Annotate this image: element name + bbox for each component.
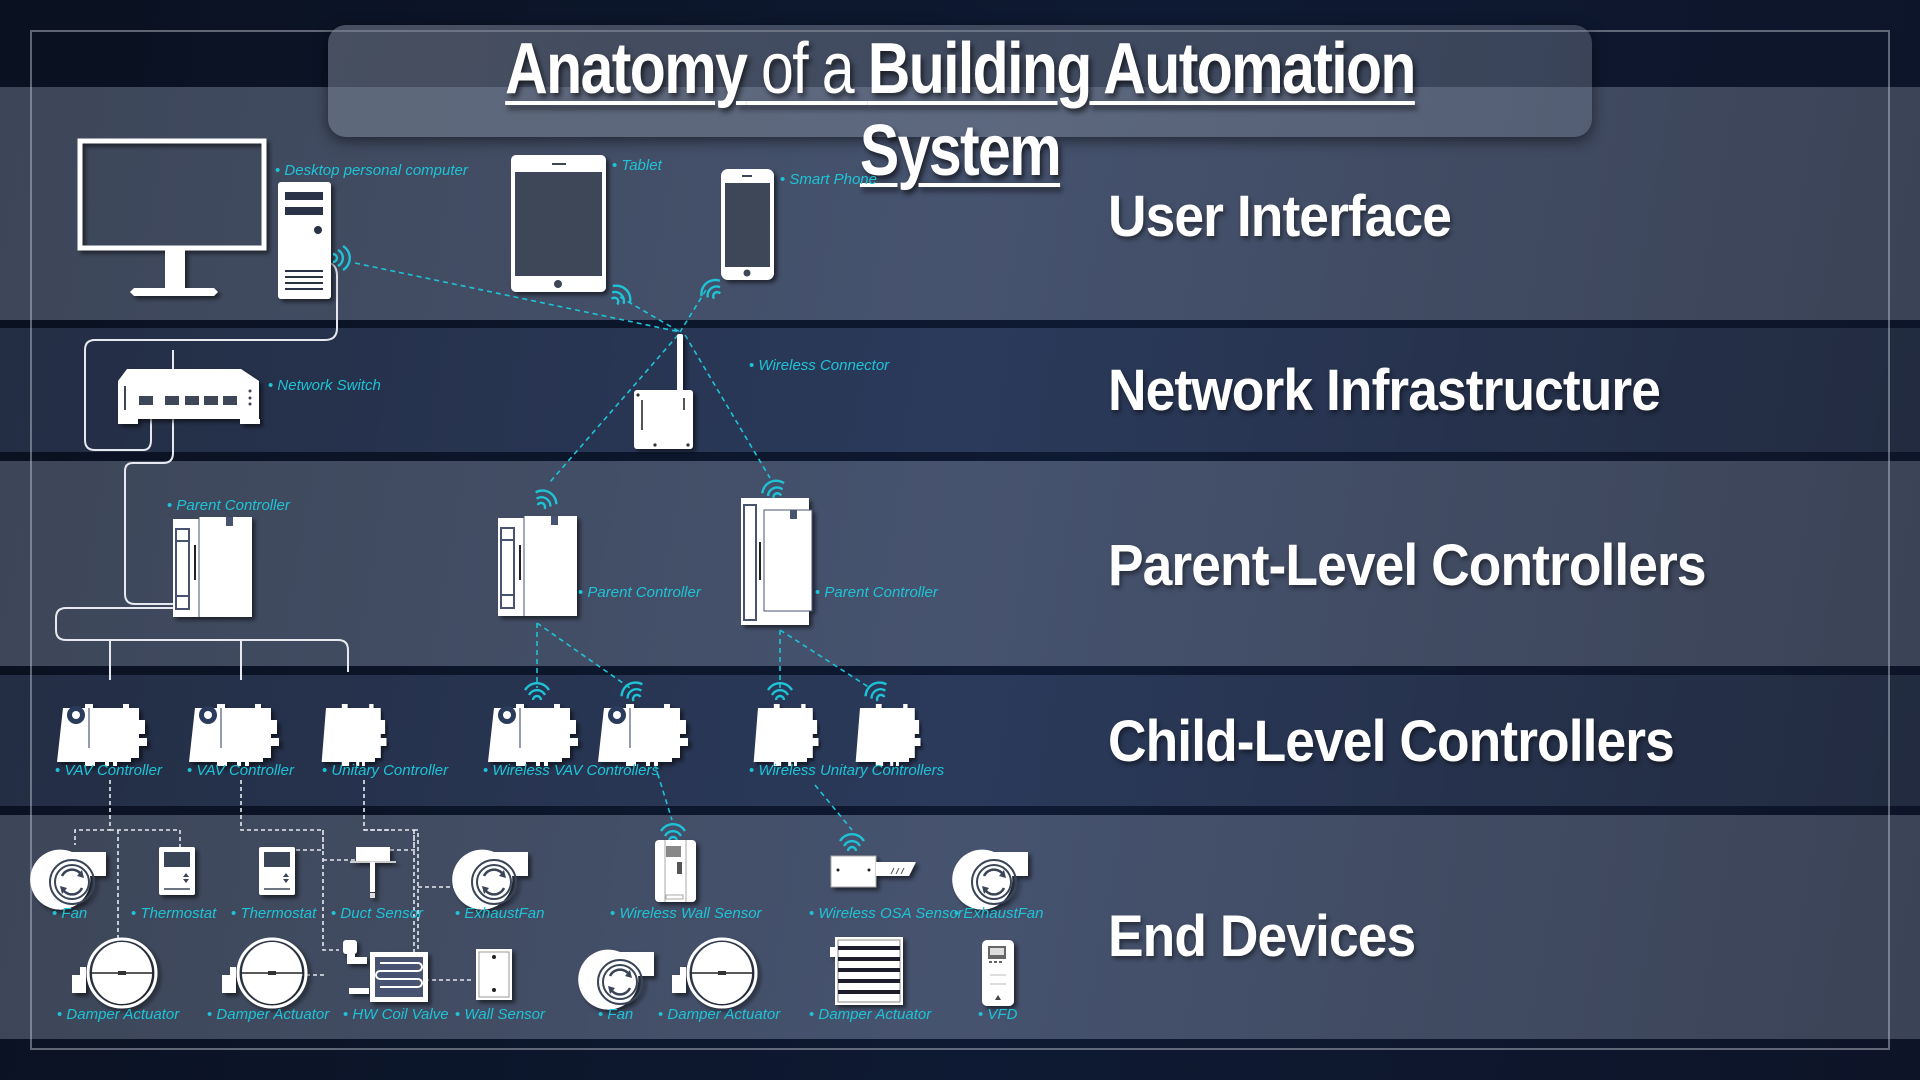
label-unitary-controller: Unitary Controller (322, 762, 448, 779)
parent-controller-wireless-2-icon (741, 498, 813, 625)
damper-actuator-3-icon (670, 937, 758, 1009)
label-vav-controller-2: VAV Controller (187, 762, 294, 779)
wireless-unitary-2-wifi-icon (861, 677, 893, 707)
label-damper-actuator-1: Damper Actuator (57, 1006, 179, 1023)
label-fan-1: Fan (52, 905, 87, 922)
exhaust-fan-1-icon (450, 848, 530, 911)
label-tablet: Tablet (612, 157, 661, 174)
label-wireless-unitary-controllers: Wireless Unitary Controllers (749, 762, 944, 779)
smartphone-icon (721, 169, 774, 280)
parent-controller-1-wifi-icon (529, 485, 561, 515)
label-wireless-wall-sensor: Wireless Wall Sensor (610, 905, 761, 922)
wireless-osa-sensor-wifi-icon (838, 833, 866, 853)
label-duct-sensor: Duct Sensor (331, 905, 423, 922)
label-damper-actuator-2: Damper Actuator (207, 1006, 329, 1023)
duct-sensor-icon (350, 847, 396, 898)
vav-controller-2-icon (189, 704, 279, 766)
network-switch-icon (118, 369, 260, 424)
wireless-unitary-controller-1-icon (753, 704, 819, 766)
label-vfd: VFD (978, 1006, 1017, 1023)
unitary-controller-icon (321, 704, 387, 766)
label-wall-sensor: Wall Sensor (455, 1006, 545, 1023)
desktop-monitor-icon (77, 138, 267, 296)
label-wireless-connector: Wireless Connector (749, 357, 889, 374)
label-thermostat-1: Thermostat (131, 905, 216, 922)
label-fan-2: Fan (598, 1006, 633, 1023)
label-desktop: Desktop personal computer (275, 162, 467, 179)
label-damper-actuator-4: Damper Actuator (809, 1006, 931, 1023)
label-exhaust-fan-2: ExhaustFan (954, 905, 1043, 922)
label-parent-controller-wireless-1: Parent Controller (578, 584, 700, 601)
wireless-wall-sensor-icon (655, 840, 696, 902)
damper-actuator-1-icon (70, 937, 158, 1009)
label-hw-coil-valve: HW Coil Valve (343, 1006, 448, 1023)
wireless-vav-controller-2-icon (598, 704, 688, 766)
parent-controller-wireless-1-icon (498, 516, 577, 616)
damper-actuator-4-icon (830, 937, 903, 1005)
desktop-tower-icon (278, 182, 331, 299)
label-network-switch: Network Switch (268, 377, 380, 394)
vav-controller-1-icon (57, 704, 147, 766)
wireless-unitary-controller-2-icon (855, 704, 921, 766)
tablet-icon (511, 155, 606, 292)
hw-coil-valve-icon (343, 940, 428, 1002)
parent-controller-wired-icon (173, 517, 252, 617)
tablet-wifi-icon (604, 280, 636, 312)
thermostat-2-icon (258, 846, 296, 896)
label-parent-controller-wireless-2: Parent Controller (815, 584, 937, 601)
label-parent-controller-wired: Parent Controller (167, 497, 289, 514)
label-vav-controller-1: VAV Controller (55, 762, 162, 779)
wired-connections (55, 261, 349, 680)
wireless-vav-controller-1-icon (488, 704, 578, 766)
damper-actuator-2-icon (220, 937, 308, 1009)
wireless-osa-sensor-icon (830, 855, 916, 888)
thermostat-1-icon (158, 846, 196, 896)
label-smartphone: Smart Phone (780, 171, 877, 188)
fan-1-icon (28, 848, 108, 911)
label-wireless-osa-sensor: Wireless OSA Sensor (809, 905, 962, 922)
label-exhaust-fan-1: ExhaustFan (455, 905, 544, 922)
vfd-icon (982, 940, 1014, 1006)
label-thermostat-2: Thermostat (231, 905, 316, 922)
label-wireless-vav-controllers: Wireless VAV Controllers (483, 762, 659, 779)
label-damper-actuator-3: Damper Actuator (658, 1006, 780, 1023)
wireless-wall-sensor-wifi-icon (659, 823, 687, 843)
fan-2-icon (576, 948, 656, 1011)
wireless-vav-2-wifi-icon (617, 677, 649, 707)
wall-sensor-icon (476, 949, 512, 1000)
exhaust-fan-2-icon (950, 848, 1030, 911)
smartphone-wifi-icon (695, 274, 728, 306)
wireless-vav-1-wifi-icon (523, 682, 551, 702)
